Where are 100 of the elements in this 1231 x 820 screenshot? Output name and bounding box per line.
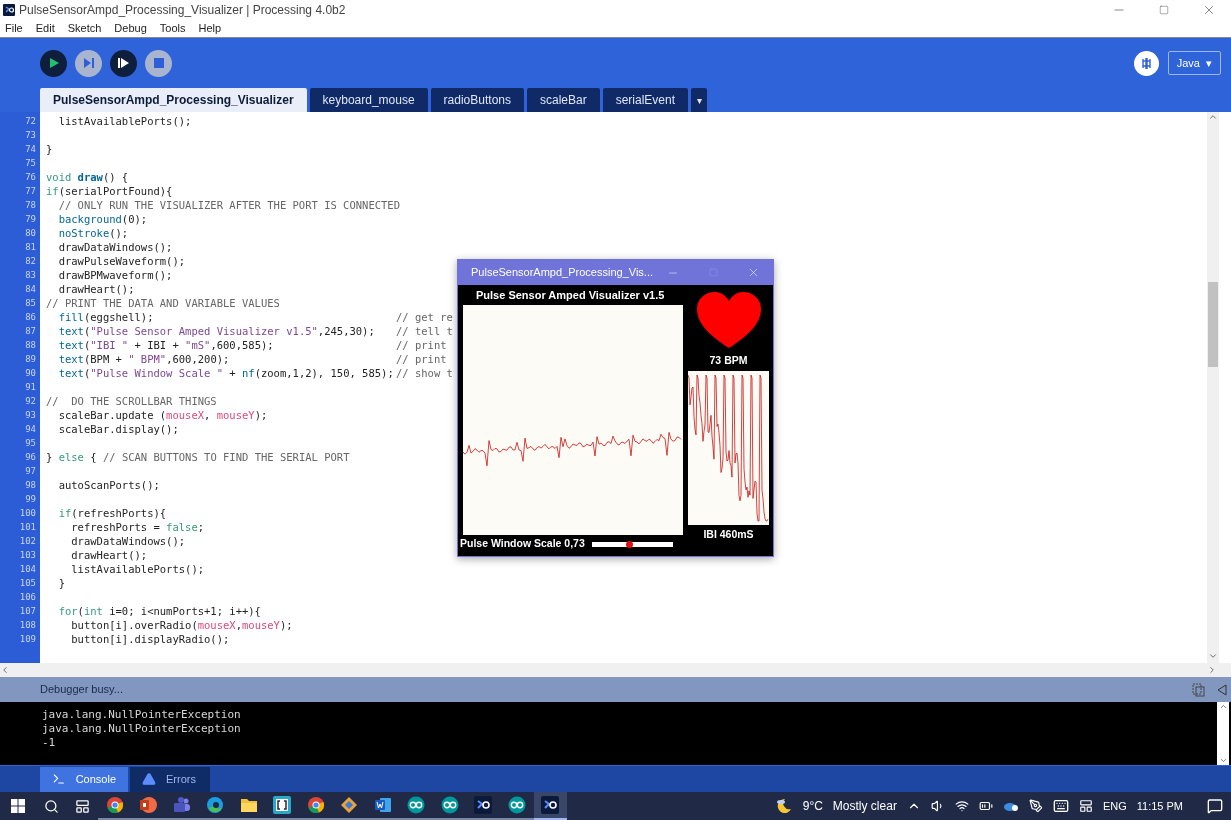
- task-view-icon: [74, 798, 90, 814]
- scroll-down-icon[interactable]: [1218, 756, 1228, 765]
- scrollbar-thumb[interactable]: [1208, 282, 1218, 367]
- processing-app-icon: [474, 796, 493, 814]
- console-scrollbar[interactable]: [1217, 702, 1229, 765]
- mode-dropdown[interactable]: Java ▾: [1167, 51, 1221, 75]
- menu-item[interactable]: Sketch: [67, 20, 102, 37]
- debugger-button[interactable]: [1133, 50, 1159, 76]
- continue-button[interactable]: [110, 49, 137, 77]
- file-tab[interactable]: serialEvent: [602, 88, 689, 112]
- line-number: 76: [24, 171, 37, 184]
- tabs-menu-button[interactable]: ▾: [691, 88, 708, 112]
- code-line: background(0);: [57, 212, 148, 226]
- code-line: drawBPMwaveform();: [57, 268, 173, 282]
- line-number: 88: [24, 339, 37, 352]
- console-tab[interactable]: Console: [40, 766, 128, 792]
- folder-icon: [239, 797, 258, 813]
- line-number: 78: [24, 199, 37, 212]
- code-line: // PRINT THE DATA AND VARIABLE VALUES: [46, 296, 280, 310]
- line-number: 79: [24, 213, 37, 226]
- scroll-up-icon[interactable]: [1208, 112, 1218, 122]
- code-line: if(refreshPorts){: [57, 506, 167, 520]
- infinity-app-icon: [507, 796, 526, 814]
- search-icon: [43, 798, 59, 814]
- line-number: 101: [18, 521, 37, 534]
- line-number: 104: [18, 563, 37, 576]
- file-tab[interactable]: scaleBar: [527, 88, 600, 112]
- collapse-arrow-icon[interactable]: [1217, 683, 1227, 696]
- document-app-icon: [373, 796, 392, 814]
- code-line: text(BPM + " BPM",600,200);: [57, 352, 231, 366]
- code-line: drawPulseWaveform();: [57, 254, 186, 268]
- scroll-right-icon[interactable]: [1207, 665, 1217, 675]
- line-number: 103: [18, 549, 37, 562]
- step-icon: [82, 57, 95, 69]
- code-line: }: [46, 142, 53, 156]
- pen-icon[interactable]: [1028, 799, 1043, 813]
- code-line: }: [57, 576, 65, 590]
- menu-item[interactable]: Tools: [159, 20, 186, 37]
- scroll-down-icon[interactable]: [1208, 651, 1218, 661]
- status-message: Debugger busy...: [40, 682, 123, 698]
- line-number: 102: [18, 535, 37, 548]
- code-line: drawHeart();: [70, 548, 148, 562]
- line-number: 107: [18, 605, 37, 618]
- console-tab[interactable]: Errors: [130, 766, 210, 792]
- continue-icon: [117, 57, 130, 69]
- line-number: 105: [18, 577, 37, 590]
- line-number: 85: [24, 297, 37, 310]
- menu-item[interactable]: File: [5, 20, 23, 37]
- maximize-icon: [1158, 5, 1169, 15]
- menu-item[interactable]: Edit: [35, 20, 55, 37]
- infinity-app-icon: [407, 796, 426, 814]
- line-number: 108: [18, 619, 37, 632]
- code-comment: // show t: [396, 366, 453, 380]
- line-number: 81: [24, 241, 37, 254]
- code-line: if(serialPortFound){: [46, 184, 173, 198]
- scale-slider-track[interactable]: [591, 541, 673, 547]
- code-comment: // print: [396, 352, 447, 366]
- line-number: 72: [24, 115, 37, 128]
- app-logo-icon: [3, 4, 15, 16]
- code-line: text("Pulse Window Scale " + nf(zoom,1,2), 150, 585);: [57, 366, 395, 380]
- battery-icon[interactable]: [978, 799, 993, 813]
- line-number: 82: [24, 255, 37, 268]
- code-line: scaleBar.display();: [57, 422, 179, 436]
- menu-item[interactable]: Help: [198, 20, 222, 37]
- horizontal-scrollbar[interactable]: [0, 663, 1231, 677]
- file-tab[interactable]: radioButtons: [430, 88, 524, 112]
- console-line: java.lang.NullPointerException: [42, 708, 242, 722]
- code-line: // ONLY RUN THE VISUALIZER AFTER THE PORT IS CONNECTED: [57, 198, 400, 212]
- menu-item[interactable]: Debug: [114, 20, 147, 37]
- line-number: 77: [24, 185, 37, 198]
- scroll-left-icon[interactable]: [0, 665, 10, 675]
- line-number: 84: [24, 283, 37, 296]
- code-line: scaleBar.update (mouseX, mouseY);: [57, 408, 268, 422]
- notifications-icon[interactable]: [1207, 798, 1223, 814]
- windows-logo-icon: [11, 799, 25, 813]
- clock-time[interactable]: 11:15 PM: [1136, 797, 1183, 815]
- scale-slider-thumb[interactable]: [625, 540, 633, 548]
- input-language[interactable]: ENG: [1102, 797, 1127, 815]
- taskbar-app-button[interactable]: [533, 792, 567, 820]
- code-line: button[i].displayRadio();: [70, 632, 230, 646]
- vertical-scrollbar[interactable]: [1207, 112, 1219, 663]
- file-tab[interactable]: keyboard_mouse: [309, 88, 428, 112]
- wifi-icon[interactable]: [954, 799, 969, 813]
- line-number: 98: [24, 479, 37, 492]
- code-line: autoScanPorts();: [57, 478, 160, 492]
- line-number: 94: [24, 423, 37, 436]
- code-line: listAvailablePorts();: [70, 562, 205, 576]
- line-number: 106: [18, 591, 37, 604]
- line-number: 92: [24, 395, 37, 408]
- line-number: 86: [24, 311, 37, 324]
- code-comment: // tell t: [396, 324, 453, 338]
- scroll-up-icon[interactable]: [1218, 702, 1228, 711]
- line-number: 90: [24, 367, 37, 380]
- processing-app-icon: [541, 796, 560, 814]
- code-line: listAvailablePorts();: [57, 114, 192, 128]
- visualizer-heading: Pulse Sensor Amped Visualizer v1.5: [475, 288, 666, 303]
- line-number: 95: [24, 437, 37, 450]
- run-button[interactable]: [40, 49, 67, 77]
- keyboard-icon[interactable]: [1052, 798, 1069, 814]
- file-tab[interactable]: PulseSensorAmpd_Processing_Visualizer: [40, 88, 307, 112]
